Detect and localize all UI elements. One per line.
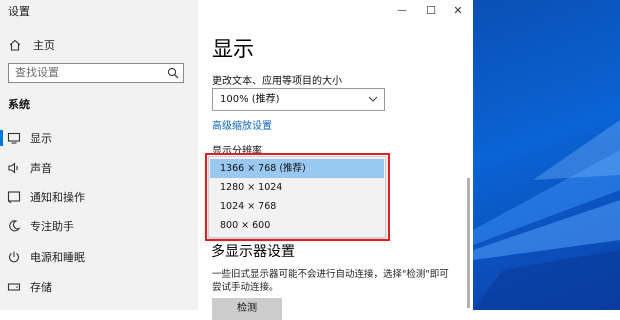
sidebar-item-label: 声音 xyxy=(30,162,52,175)
sidebar-item-storage[interactable]: 存储 xyxy=(0,275,198,299)
monitor-icon xyxy=(7,132,21,144)
sidebar-item-label: 显示 xyxy=(30,132,52,145)
home-label: 主页 xyxy=(33,39,55,52)
windows-logo-light-icon xyxy=(473,120,620,310)
app-title: 设置 xyxy=(8,5,30,18)
scrollbar-thumb[interactable] xyxy=(467,178,470,308)
storage-icon xyxy=(7,283,21,291)
speaker-icon xyxy=(8,162,18,174)
sidebar-item-label: 专注助手 xyxy=(30,220,74,233)
active-indicator xyxy=(0,130,3,146)
resolution-option[interactable]: 1024 × 768 xyxy=(210,197,384,216)
search-icon[interactable] xyxy=(167,67,179,79)
scale-value: 100% (推荐) xyxy=(220,94,280,105)
page-title: 显示 xyxy=(212,37,254,61)
desktop-wallpaper xyxy=(473,0,620,310)
scale-dropdown[interactable]: 100% (推荐) xyxy=(212,88,385,111)
minimize-button[interactable]: — xyxy=(387,0,417,20)
resolution-dropdown-list: 1366 × 768 (推荐) 1280 × 1024 1024 × 768 8… xyxy=(208,156,386,238)
sidebar-item-sound[interactable]: 声音 xyxy=(0,156,198,180)
resolution-label: 显示分辨率 xyxy=(212,146,262,157)
sidebar-item-display[interactable]: 显示 xyxy=(0,126,198,150)
maximize-button[interactable]: ☐ xyxy=(416,0,446,20)
chevron-down-icon xyxy=(368,96,378,102)
multi-display-description: 一些旧式显示器可能不会进行自动连接，选择"检测"即可尝试手动连接。 xyxy=(212,269,449,293)
section-label-system: 系统 xyxy=(8,98,30,111)
display-settings-page: — ☐ ✕ 显示 更改文本、应用等项目的大小 100% (推荐) 高级缩放设置 … xyxy=(198,0,473,320)
resolution-option[interactable]: 1280 × 1024 xyxy=(210,178,384,197)
settings-search-input[interactable]: 查找设置 xyxy=(8,63,184,83)
scale-label: 更改文本、应用等项目的大小 xyxy=(212,76,342,87)
minimize-icon: — xyxy=(397,4,407,16)
power-icon xyxy=(9,251,19,263)
settings-sidebar: 设置 主页 查找设置 系统 显示 声音 通知和操作 专注助手 电源和睡眠 存储 xyxy=(0,0,198,310)
sidebar-item-label: 电源和睡眠 xyxy=(30,251,85,264)
advanced-scaling-link[interactable]: 高级缩放设置 xyxy=(212,117,272,132)
sidebar-item-notifications[interactable]: 通知和操作 xyxy=(0,185,198,209)
moon-icon xyxy=(9,220,21,232)
search-placeholder: 查找设置 xyxy=(15,66,59,79)
notification-icon xyxy=(7,191,21,204)
close-icon: ✕ xyxy=(453,3,463,17)
sidebar-item-label: 通知和操作 xyxy=(30,191,85,204)
multi-display-title: 多显示器设置 xyxy=(211,244,295,260)
detect-button[interactable]: 检测 xyxy=(212,298,282,320)
resolution-option[interactable]: 1366 × 768 (推荐) xyxy=(210,159,384,178)
sidebar-item-power-sleep[interactable]: 电源和睡眠 xyxy=(0,245,198,269)
sidebar-item-focus-assist[interactable]: 专注助手 xyxy=(0,214,198,238)
home-nav-item[interactable]: 主页 xyxy=(8,37,55,53)
resolution-option[interactable]: 800 × 600 xyxy=(210,216,384,235)
maximize-icon: ☐ xyxy=(426,3,436,17)
sidebar-item-label: 存储 xyxy=(30,281,52,294)
home-icon xyxy=(9,39,21,51)
